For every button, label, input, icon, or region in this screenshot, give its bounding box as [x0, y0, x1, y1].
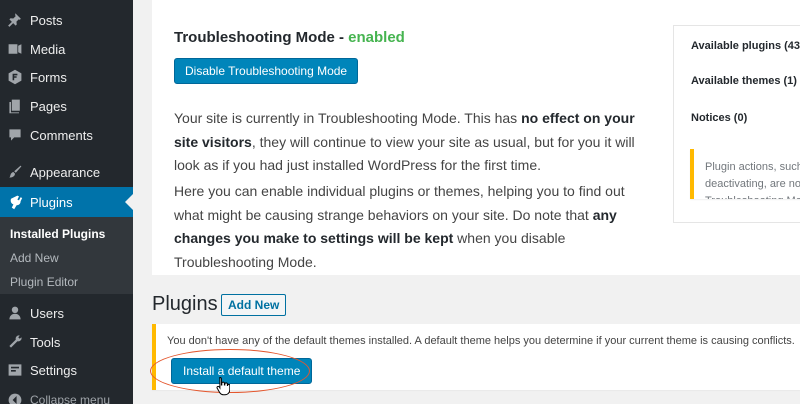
page-title: Plugins [152, 293, 218, 315]
users-icon [0, 299, 30, 327]
sidebar-item-settings[interactable]: Settings [0, 356, 133, 384]
sidebar-item-label: Posts [30, 12, 63, 28]
collapse-icon [0, 386, 30, 404]
default-theme-notice-text: You don't have any of the default themes… [167, 335, 795, 347]
sidebar-item-appearance[interactable]: Appearance [0, 158, 133, 186]
settings-icon [0, 356, 30, 384]
default-theme-notice: You don't have any of the default themes… [152, 324, 800, 390]
comments-icon [0, 121, 30, 149]
sidebar-item-posts[interactable]: Posts [0, 6, 133, 34]
troubleshooting-panel: Troubleshooting Mode - enabled Disable T… [152, 0, 800, 275]
sidebar-item-comments[interactable]: Comments [0, 121, 133, 149]
admin-sidebar: Posts Media Forms Pages Comments Appeara… [0, 0, 133, 404]
available-themes-toggle[interactable]: Available themes (1) [691, 75, 797, 87]
submenu-plugin-editor[interactable]: Plugin Editor [10, 275, 78, 289]
submenu-installed-plugins[interactable]: Installed Plugins [10, 227, 105, 241]
sidebar-item-label: Media [30, 41, 66, 57]
troubleshooting-description: Your site is currently in Troubleshootin… [174, 107, 654, 178]
sidebar-item-users[interactable]: Users [0, 299, 133, 327]
pushpin-icon [0, 6, 30, 34]
media-icon [0, 35, 30, 63]
available-plugins-toggle[interactable]: Available plugins (43) [691, 40, 800, 52]
sidebar-item-label: Appearance [30, 164, 101, 180]
collapse-menu-label: Collapse menu [30, 393, 111, 404]
plugins-icon [0, 188, 30, 216]
install-default-theme-button[interactable]: Install a default theme [171, 358, 313, 384]
sidebar-item-forms[interactable]: Forms [0, 63, 133, 91]
paintbrush-icon [0, 158, 30, 186]
sidebar-item-label: Comments [30, 127, 93, 143]
sidebar-item-pages[interactable]: Pages [0, 92, 133, 120]
notices-toggle[interactable]: Notices (0) [691, 112, 747, 124]
plugins-submenu: Installed Plugins Add New Plugin Editor [0, 217, 133, 294]
plugin-actions-notice: Plugin actions, such as activating and d… [690, 149, 800, 199]
sidebar-item-tools[interactable]: Tools [0, 328, 133, 356]
sidebar-item-label: Forms [30, 69, 67, 85]
sidebar-item-label: Pages [30, 98, 67, 114]
submenu-add-new[interactable]: Add New [10, 251, 59, 265]
pages-icon [0, 92, 30, 120]
sidebar-item-label: Plugins [30, 194, 73, 210]
collapse-menu-button[interactable]: Collapse menu [0, 386, 133, 404]
sidebar-item-plugins[interactable]: Plugins [0, 187, 133, 217]
troubleshooting-title: Troubleshooting Mode - enabled [174, 29, 405, 46]
sidebar-item-media[interactable]: Media [0, 35, 133, 63]
troubleshooting-status: enabled [348, 29, 405, 46]
forms-icon [0, 63, 30, 91]
para-text: Here you can enable individual plugins o… [174, 183, 625, 223]
wrench-icon [0, 328, 30, 356]
troubleshooting-title-text: Troubleshooting Mode - [174, 29, 349, 46]
add-new-plugin-button[interactable]: Add New [221, 294, 287, 316]
sidebar-item-label: Settings [30, 362, 77, 378]
plugin-actions-notice-text: Plugin actions, such as activating and d… [705, 161, 800, 199]
disable-troubleshooting-button[interactable]: Disable Troubleshooting Mode [174, 58, 359, 84]
para-text: Your site is currently in Troubleshootin… [174, 110, 522, 126]
sidebar-item-label: Tools [30, 334, 61, 350]
troubleshooting-help-text: Here you can enable individual plugins o… [174, 180, 654, 274]
sidebar-item-label: Users [30, 305, 64, 321]
troubleshooting-info-panel: Available plugins (43) Available themes … [673, 25, 800, 223]
